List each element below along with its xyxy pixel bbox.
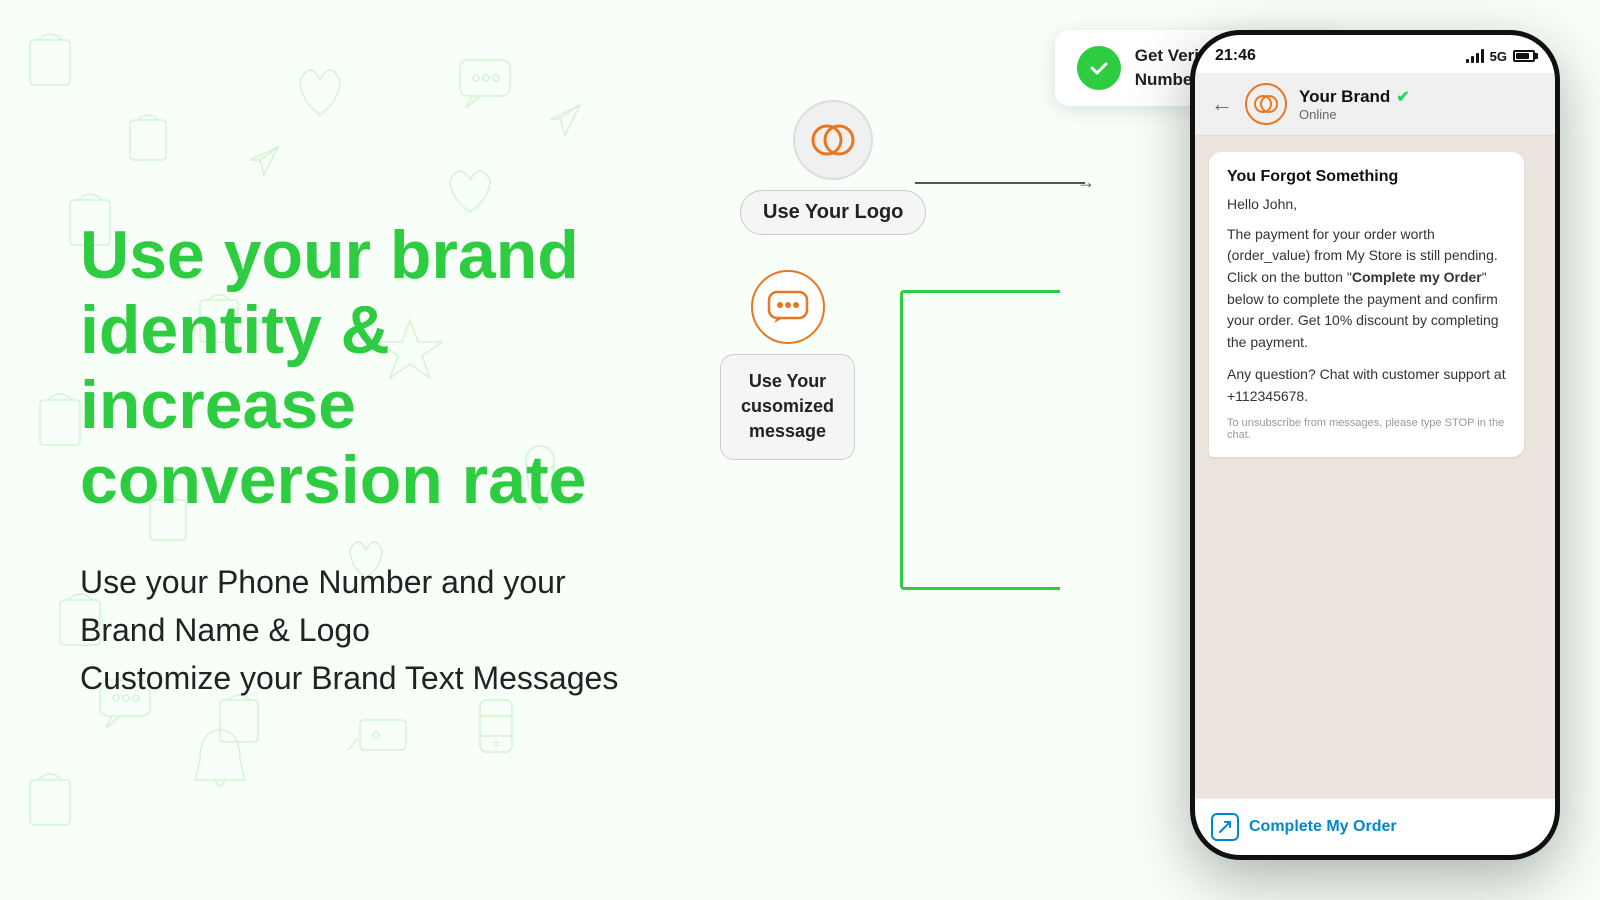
status-icons: 5G xyxy=(1466,49,1535,64)
complete-order-button[interactable]: Complete My Order xyxy=(1211,813,1539,841)
battery-icon xyxy=(1513,50,1535,62)
logo-callout: Use Your Logo xyxy=(740,100,926,235)
sub-description: Use your Phone Number and your Brand Nam… xyxy=(80,558,620,702)
phone-mockup: 21:46 5G ← xyxy=(1190,30,1560,860)
main-heading: Use your brand identity & increase conve… xyxy=(80,218,620,517)
content-wrapper: Use your brand identity & increase conve… xyxy=(0,0,1600,900)
message-icon xyxy=(751,270,825,344)
chat-bubble: You Forgot Something Hello John, The pay… xyxy=(1209,152,1524,457)
unsubscribe-text: To unsubscribe from messages, please typ… xyxy=(1227,417,1506,441)
chat-body: You Forgot Something Hello John, The pay… xyxy=(1195,136,1555,798)
verified-check-icon xyxy=(1077,46,1121,90)
logo-icon xyxy=(793,100,873,180)
bubble-support: Any question? Chat with customer support… xyxy=(1227,364,1506,407)
chat-avatar xyxy=(1245,83,1287,125)
message-label: Use Your cusomized message xyxy=(720,354,855,460)
chat-name-block: Your Brand ✔ Online xyxy=(1299,87,1539,122)
bubble-title: You Forgot Something xyxy=(1227,168,1506,186)
network-label: 5G xyxy=(1490,49,1507,64)
chat-name: Your Brand ✔ xyxy=(1299,87,1539,107)
chat-online-status: Online xyxy=(1299,107,1539,122)
bubble-body: The payment for your order worth (order_… xyxy=(1227,224,1506,354)
cta-label: Complete My Order xyxy=(1249,818,1397,836)
signal-bars-icon xyxy=(1466,49,1484,63)
bracket-lines xyxy=(900,290,1060,590)
right-section: Get Verified WhatsApp Number & Green Tic… xyxy=(680,0,1600,900)
back-arrow-icon[interactable]: ← xyxy=(1211,91,1233,117)
bubble-greeting: Hello John, xyxy=(1227,194,1506,216)
left-section: Use your brand identity & increase conve… xyxy=(0,0,680,900)
logo-label: Use Your Logo xyxy=(740,190,926,235)
chat-header: ← Your Brand ✔ Online xyxy=(1195,73,1555,136)
logo-arrow xyxy=(915,182,1085,184)
cta-area: Complete My Order xyxy=(1195,798,1555,855)
cta-link-icon xyxy=(1211,813,1239,841)
message-callout: Use Your cusomized message xyxy=(720,270,855,460)
phone-time: 21:46 xyxy=(1215,47,1256,65)
verified-tick-icon: ✔ xyxy=(1396,87,1409,107)
phone-status-bar: 21:46 5G xyxy=(1195,35,1555,73)
